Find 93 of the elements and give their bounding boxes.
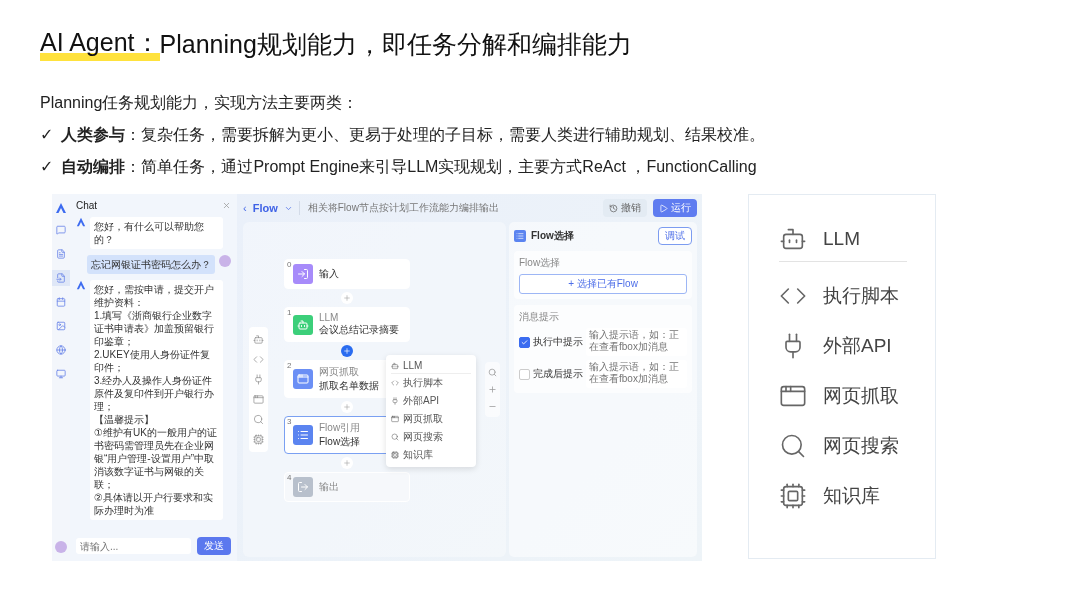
search-icon [391, 433, 399, 441]
logo-icon [76, 280, 86, 290]
node-index: 4 [287, 473, 292, 482]
chat-icon [56, 225, 66, 235]
node-index: 2 [287, 361, 292, 370]
chip-icon [779, 482, 807, 510]
chat-bubble: 忘记网银证书密码怎么办？ [87, 255, 215, 274]
flow-description: 相关将Flow节点按计划工作流能力编排输出 [298, 201, 597, 215]
undo-button[interactable]: 撤销 [603, 199, 647, 217]
code-icon [391, 379, 399, 387]
plug-icon [391, 397, 399, 405]
node-index: 0 [287, 260, 292, 269]
history-icon [609, 203, 618, 213]
plus-icon [343, 347, 351, 355]
browser-icon [297, 373, 309, 385]
nav-button[interactable] [52, 270, 70, 286]
search-icon [253, 414, 264, 425]
chat-bubble: 您好，有什么可以帮助您的？ [90, 217, 223, 249]
plus-icon [343, 403, 351, 411]
add-node-button[interactable] [341, 292, 353, 304]
globe-icon [56, 345, 66, 355]
tool-label: 执行脚本 [823, 284, 899, 308]
exit-icon [297, 481, 309, 493]
node-index: 1 [287, 308, 292, 317]
close-icon[interactable] [222, 201, 231, 210]
node-name: 输入 [319, 267, 339, 281]
tool-label: 外部API [823, 334, 892, 358]
image-icon [56, 321, 66, 331]
flow-node[interactable]: 0 输入 [284, 259, 410, 289]
zoom-in-icon[interactable] [488, 385, 497, 394]
node-name: 会议总结记录摘要 [319, 323, 399, 337]
chat-bubble: 您好，需按申请，提交开户维护资料： 1.填写《浙商银行企业数字证书申请表》加盖预留银行印鉴章； 2.UKEY使用人身份证件复印件； 3.经办人及操作人身份证件原件及复印件到开户银行办理； 【温馨提示】 ①维护有UK的一般用户的证书密码需管理员先在企业网银“用户管理-设置用户”中取消该数字证书与网银的关联； ②具体请以开户行要求和实际办理时为准 [90, 280, 223, 520]
play-icon [659, 203, 668, 213]
slide-title: AI Agent：Planning规划能力，即任务分解和编排能力 [40, 26, 1080, 61]
checkbox[interactable] [519, 336, 530, 348]
check-mark: ✓ [40, 125, 54, 145]
debug-button[interactable]: 调试 [658, 227, 692, 245]
code-icon [253, 354, 264, 365]
tool-label: 知识库 [823, 484, 880, 508]
logo-icon [76, 217, 86, 227]
section-label: 消息提示 [519, 310, 560, 324]
panel-title: Flow选择 [531, 229, 574, 243]
plug-icon [253, 374, 264, 385]
chip-icon [253, 434, 264, 445]
list-icon [297, 429, 309, 441]
back-link[interactable]: ‹ [243, 202, 247, 214]
browser-icon [391, 415, 399, 423]
checkbox[interactable] [519, 368, 530, 380]
chip-icon [391, 451, 399, 459]
checkbox-label: 完成后提示 [533, 367, 583, 381]
logo-icon [55, 202, 67, 214]
select-flow-button[interactable]: + 选择已有Flow [519, 274, 687, 294]
flow-node[interactable]: 1 LLM 会议总结记录摘要 [284, 307, 410, 342]
run-button[interactable]: 运行 [653, 199, 697, 217]
node-name: Flow选择 [319, 435, 361, 449]
robot-icon [253, 334, 264, 345]
message-input[interactable]: 请输入... [76, 538, 191, 554]
monitor-icon [56, 369, 66, 379]
node-index: 3 [287, 417, 292, 426]
avatar[interactable] [55, 541, 67, 553]
robot-icon [297, 318, 309, 331]
node-name: 输出 [319, 480, 339, 494]
node-name: 抓取名单数据 [319, 379, 379, 393]
intro-text: Planning任务规划能力，实现方法主要两类： [40, 93, 360, 113]
calendar-icon [56, 297, 66, 307]
bullet-text: 人类参与：复杂任务，需要拆解为更小、更易于处理的子目标，需要人类进行辅助规划、结果校准。 [61, 125, 766, 145]
document-icon [56, 249, 66, 259]
chat-title: Chat [76, 200, 98, 211]
plus-icon [343, 294, 351, 302]
node-type: LLM [319, 312, 340, 323]
enter-icon [297, 268, 309, 280]
list-icon [516, 232, 524, 240]
node-type: Flow引用 [319, 421, 361, 435]
node-type: 网页抓取 [319, 365, 360, 379]
checkbox-label: 执行中提示 [533, 335, 583, 349]
tool-label: 网页抓取 [823, 384, 899, 408]
send-button[interactable]: 发送 [197, 537, 231, 555]
plus-icon [343, 459, 351, 467]
bullet-text: 自动编排：简单任务，通过Prompt Engine来引导LLM实现规划，主要方式ReAct ，FunctionCalling [61, 157, 757, 177]
search-icon [779, 432, 807, 460]
browser-icon [253, 394, 264, 405]
add-node-button[interactable] [341, 401, 353, 413]
avatar [219, 255, 231, 267]
tool-label: 网页搜索 [823, 434, 899, 458]
robot-icon [391, 361, 399, 370]
section-label: Flow选择 [519, 256, 562, 270]
check-mark: ✓ [40, 157, 54, 177]
flow-name[interactable]: Flow [252, 202, 278, 214]
import-icon [56, 273, 66, 283]
add-node-button[interactable] [341, 457, 353, 469]
search-icon[interactable] [488, 368, 497, 377]
add-node-button[interactable] [341, 345, 353, 357]
tool-label: LLM [823, 228, 860, 250]
